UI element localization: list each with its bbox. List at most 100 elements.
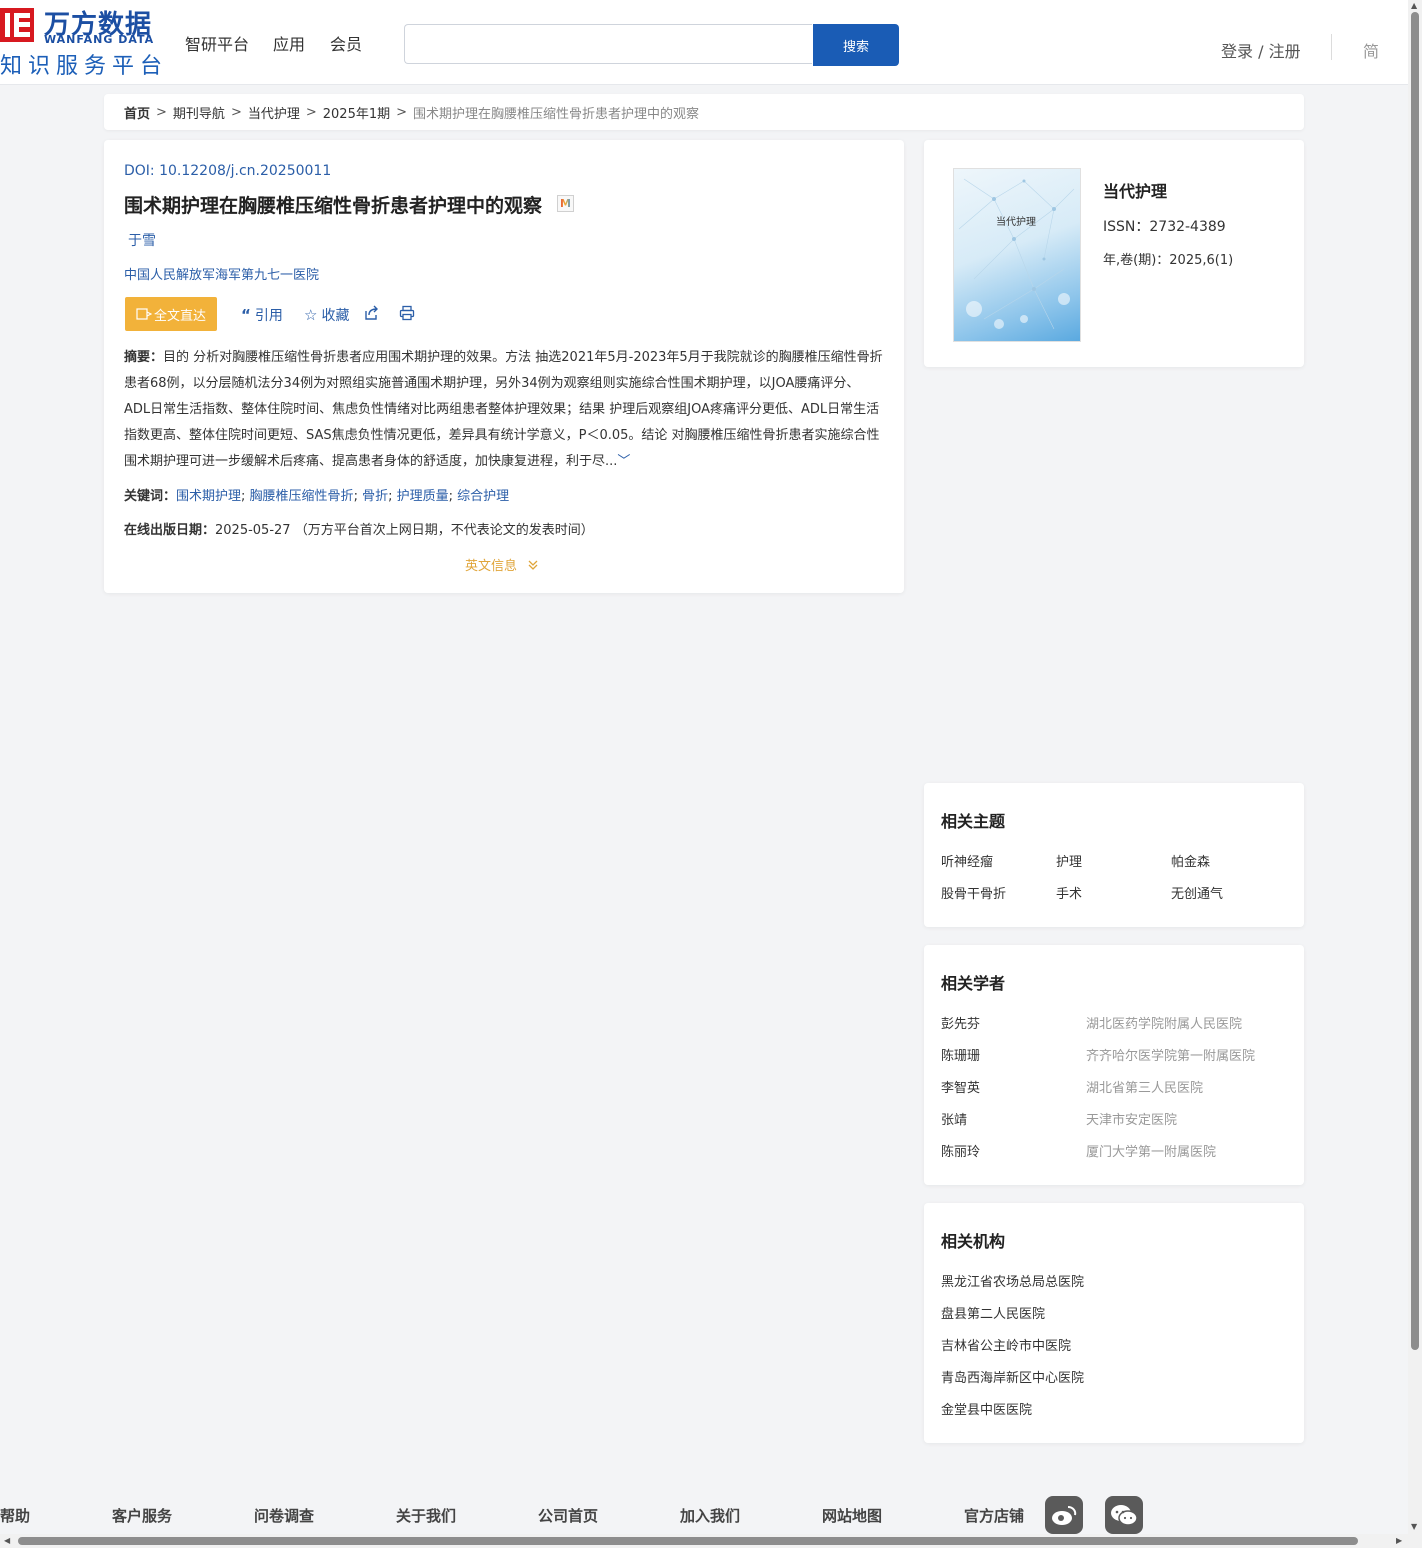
- scholar-org[interactable]: 湖北省第三人民医院: [1086, 1077, 1203, 1096]
- print-button[interactable]: [399, 305, 415, 321]
- pubdate-note: （万方平台首次上网日期，不代表论文的发表时间）: [294, 523, 594, 538]
- scroll-up-arrow-icon[interactable]: ▲: [1411, 1, 1417, 10]
- logo-subtitle[interactable]: 知识服务平台: [0, 48, 168, 80]
- author-link[interactable]: 于雪: [128, 230, 156, 250]
- keyword-link[interactable]: 胸腰椎压缩性骨折: [250, 489, 354, 504]
- scholar-name[interactable]: 陈珊珊: [941, 1045, 980, 1064]
- breadcrumb-separator: >: [396, 104, 408, 120]
- footer-about[interactable]: 关于我们: [396, 1505, 456, 1526]
- share-icon: [365, 305, 378, 320]
- horizontal-scrollbar-thumb[interactable]: [18, 1537, 1358, 1545]
- breadcrumb-separator: >: [156, 104, 167, 120]
- breadcrumb-home[interactable]: 首页: [124, 103, 150, 122]
- breadcrumb-journal[interactable]: 当代护理: [248, 103, 300, 122]
- keyword-link[interactable]: 围术期护理: [176, 489, 241, 504]
- nav-membership[interactable]: 会员: [330, 31, 362, 55]
- footer-join-us[interactable]: 加入我们: [680, 1505, 740, 1526]
- favorite-button[interactable]: ☆ 收藏: [304, 305, 349, 325]
- english-info-label: 英文信息: [465, 559, 518, 574]
- wechat-icon[interactable]: [1105, 1496, 1143, 1534]
- doi-link[interactable]: DOI: 10.12208/j.cn.20250011: [124, 163, 331, 179]
- star-icon: ☆: [304, 306, 318, 324]
- header-divider: [1331, 34, 1332, 60]
- journal-issn: ISSN：2732-4389: [1103, 219, 1226, 235]
- journal-name[interactable]: 当代护理: [1103, 178, 1167, 202]
- fulltext-button[interactable]: 全文直达: [125, 297, 217, 331]
- abstract: 摘要：目的 分析对胸腰椎压缩性骨折患者应用围术期护理的效果。方法 抽选2021年…: [124, 345, 884, 475]
- footer-official-store[interactable]: 官方店铺: [964, 1505, 1024, 1526]
- org-item[interactable]: 吉林省公主岭市中医院: [941, 1335, 1071, 1354]
- publish-date: 在线出版日期：2025-05-27 （万方平台首次上网日期，不代表论文的发表时间…: [124, 519, 594, 538]
- affiliation-link[interactable]: 中国人民解放军海军第九七一医院: [124, 264, 319, 283]
- chevron-down-icon[interactable]: ﹀: [617, 454, 630, 469]
- language-toggle[interactable]: 简: [1363, 38, 1379, 62]
- pubdate-label: 在线出版日期：: [124, 523, 216, 538]
- related-topics-title: 相关主题: [941, 812, 1006, 831]
- breadcrumb-current: 围术期护理在胸腰椎压缩性骨折患者护理中的观察: [413, 106, 700, 122]
- logo-english-text[interactable]: WANFANG DATA: [44, 33, 154, 46]
- footer-help[interactable]: 帮助: [0, 1505, 30, 1526]
- org-item[interactable]: 盘县第二人民医院: [941, 1303, 1045, 1322]
- org-item[interactable]: 金堂县中医医院: [941, 1399, 1032, 1418]
- m-badge-icon[interactable]: M: [557, 195, 574, 212]
- scroll-left-arrow-icon[interactable]: ◀: [4, 1536, 10, 1545]
- org-item[interactable]: 黑龙江省农场总局总医院: [941, 1271, 1084, 1290]
- journal-volume: 年,卷(期)：2025,6(1): [1103, 253, 1234, 268]
- breadcrumb-issue[interactable]: 2025年1期: [323, 103, 390, 122]
- footer-company-home[interactable]: 公司首页: [538, 1505, 598, 1526]
- english-info-toggle[interactable]: 英文信息: [465, 555, 539, 574]
- breadcrumb-separator: >: [305, 104, 317, 120]
- print-icon: [399, 305, 415, 321]
- nav-apps[interactable]: 应用: [273, 31, 305, 55]
- double-chevron-down-icon: [528, 560, 538, 570]
- favorite-label: 收藏: [321, 308, 350, 324]
- wanfang-logo-icon[interactable]: [0, 8, 34, 42]
- topic-item[interactable]: 手术: [1056, 883, 1082, 902]
- scholar-org[interactable]: 天津市安定医院: [1086, 1109, 1177, 1128]
- article-title: 围术期护理在胸腰椎压缩性骨折患者护理中的观察: [124, 195, 543, 217]
- footer-sitemap[interactable]: 网站地图: [822, 1505, 882, 1526]
- topic-item[interactable]: 无创通气: [1171, 883, 1223, 902]
- breadcrumb-journal-nav[interactable]: 期刊导航: [173, 103, 225, 122]
- scroll-right-arrow-icon[interactable]: ▶: [1396, 1536, 1402, 1545]
- keyword-link[interactable]: 综合护理: [457, 489, 509, 504]
- topic-item[interactable]: 帕金森: [1171, 851, 1210, 870]
- login-register-link[interactable]: 登录 / 注册: [1221, 38, 1301, 62]
- scholar-org[interactable]: 齐齐哈尔医学院第一附属医院: [1086, 1045, 1255, 1064]
- fulltext-label: 全文直达: [153, 308, 206, 324]
- keyword-link[interactable]: 护理质量: [397, 489, 449, 504]
- keywords-label: 关键词：: [124, 489, 177, 504]
- keyword-link[interactable]: 骨折: [362, 489, 388, 504]
- journal-cover[interactable]: 当代护理: [953, 168, 1081, 342]
- network-pattern-icon: [958, 178, 1075, 330]
- scholar-name[interactable]: 张靖: [941, 1109, 967, 1128]
- document-icon: [136, 308, 152, 320]
- scholar-name[interactable]: 李智英: [941, 1077, 980, 1096]
- scholar-org[interactable]: 湖北医药学院附属人民医院: [1086, 1013, 1242, 1032]
- search-button[interactable]: 搜索: [813, 24, 899, 66]
- weibo-icon[interactable]: [1045, 1496, 1083, 1534]
- footer-customer-service[interactable]: 客户服务: [112, 1505, 172, 1526]
- org-item[interactable]: 青岛西海岸新区中心医院: [941, 1367, 1084, 1386]
- abstract-text: 目的 分析对胸腰椎压缩性骨折患者应用围术期护理的效果。方法 抽选2021年5月-…: [124, 350, 883, 469]
- topic-item[interactable]: 护理: [1056, 851, 1082, 870]
- keywords: 关键词：围术期护理; 胸腰椎压缩性骨折; 骨折; 护理质量; 综合护理: [124, 489, 510, 504]
- nav-zhiyan[interactable]: 智研平台: [185, 31, 249, 55]
- cite-button[interactable]: “ 引用: [241, 305, 283, 325]
- topic-item[interactable]: 听神经瘤: [941, 851, 993, 870]
- scholar-org[interactable]: 厦门大学第一附属医院: [1086, 1141, 1216, 1160]
- cover-title: 当代护理: [996, 217, 1036, 228]
- quote-icon: “: [241, 306, 251, 324]
- scroll-down-arrow-icon[interactable]: ▼: [1411, 1522, 1417, 1531]
- cite-label: 引用: [254, 308, 283, 324]
- share-button[interactable]: [363, 305, 379, 321]
- footer-survey[interactable]: 问卷调查: [254, 1505, 314, 1526]
- scholar-name[interactable]: 彭先芬: [941, 1013, 980, 1032]
- search-input[interactable]: [404, 24, 812, 64]
- topic-item[interactable]: 股骨干骨折: [941, 883, 1006, 902]
- vertical-scrollbar-thumb[interactable]: [1411, 12, 1419, 1350]
- abstract-label: 摘要：: [124, 350, 164, 365]
- pubdate-value: 2025-05-27: [215, 523, 291, 538]
- scholar-name[interactable]: 陈丽玲: [941, 1141, 980, 1160]
- related-scholars-title: 相关学者: [941, 974, 1006, 993]
